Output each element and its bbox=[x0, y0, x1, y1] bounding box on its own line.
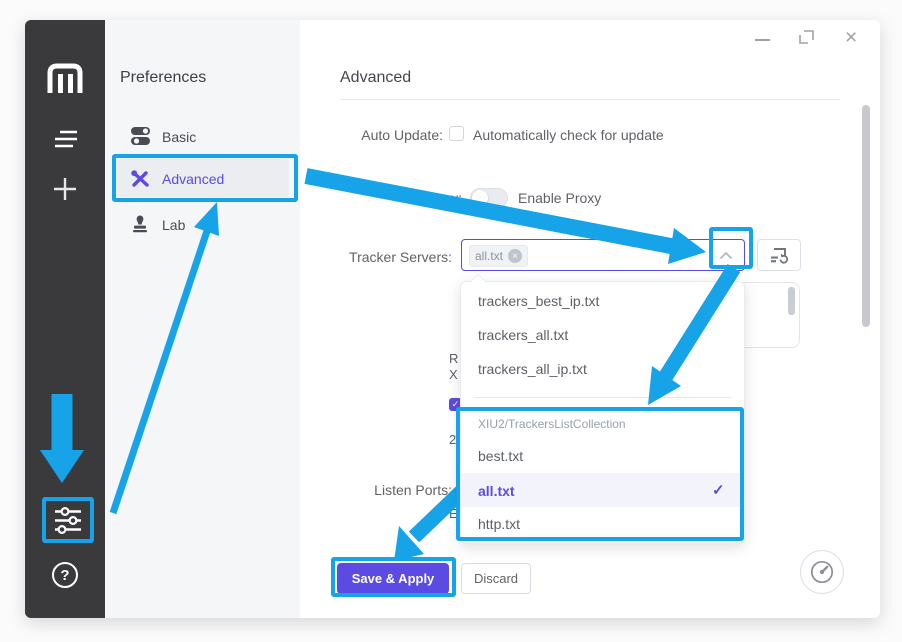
proxy-toggle-label: Enable Proxy bbox=[518, 191, 601, 205]
dropdown-group-label: XIU2/TrackersListCollection bbox=[478, 417, 626, 431]
title-divider bbox=[340, 99, 840, 100]
preferences-panel bbox=[105, 20, 300, 618]
discard-button[interactable]: Discard bbox=[461, 563, 531, 594]
auto-update-checkbox-label[interactable]: Automatically check for update bbox=[473, 128, 664, 142]
save-apply-label: Save & Apply bbox=[352, 571, 435, 586]
tag-remove-icon[interactable]: × bbox=[508, 249, 522, 263]
dropdown-item-trackers-best-ip[interactable]: trackers_best_ip.txt bbox=[478, 293, 599, 309]
lab-stamp-icon bbox=[132, 214, 148, 233]
clipped-text-1: R bbox=[449, 352, 458, 365]
close-icon[interactable]: × bbox=[845, 26, 857, 50]
dropdown-item-trackers-all[interactable]: trackers_all.txt bbox=[478, 327, 568, 343]
sidebar-item-basic[interactable]: Basic bbox=[162, 129, 196, 145]
clipped-text-3: 2 bbox=[449, 433, 456, 446]
chevron-up-icon[interactable] bbox=[719, 251, 733, 260]
page-title: Advanced bbox=[340, 69, 411, 87]
screenshot-canvas: ? Preferences Basic Advanced Lab bbox=[0, 0, 902, 642]
maximize-icon[interactable] bbox=[798, 29, 815, 46]
check-glyph-small: ✓ bbox=[452, 399, 460, 410]
basic-toggles-icon bbox=[130, 126, 152, 146]
sidebar-item-lab[interactable]: Lab bbox=[162, 217, 185, 233]
tracker-tag-label: all.txt bbox=[475, 249, 503, 263]
preferences-sliders-icon[interactable] bbox=[52, 507, 84, 534]
help-glyph: ? bbox=[60, 567, 69, 584]
minimize-icon[interactable] bbox=[755, 39, 770, 41]
tracker-servers-label: Tracker Servers: bbox=[300, 249, 452, 265]
speed-limit-button[interactable] bbox=[800, 550, 844, 594]
auto-update-label: Auto Update: bbox=[300, 127, 443, 143]
textarea-scrollbar[interactable] bbox=[788, 287, 795, 315]
sync-icon bbox=[769, 247, 789, 264]
help-icon[interactable]: ? bbox=[52, 562, 78, 588]
clipped-text-4: E bbox=[449, 507, 458, 520]
add-task-icon[interactable] bbox=[51, 175, 79, 203]
task-list-icon[interactable] bbox=[52, 128, 80, 150]
discard-label: Discard bbox=[474, 571, 518, 586]
listen-ports-label: Listen Ports: bbox=[300, 482, 452, 498]
tracker-servers-select[interactable]: all.txt × bbox=[461, 239, 745, 271]
proxy-label: Proxy: bbox=[300, 190, 462, 206]
sidebar-item-advanced[interactable]: Advanced bbox=[162, 171, 224, 187]
dropdown-item-trackers-all-ip[interactable]: trackers_all_ip.txt bbox=[478, 361, 587, 377]
dropdown-divider bbox=[475, 397, 731, 398]
dropdown-item-all-txt[interactable]: all.txt bbox=[478, 483, 515, 499]
check-icon: ✓ bbox=[712, 481, 725, 499]
advanced-tools-icon bbox=[130, 169, 150, 188]
auto-update-checkbox[interactable] bbox=[449, 126, 464, 141]
motrix-logo-icon bbox=[45, 60, 85, 96]
save-apply-button[interactable]: Save & Apply bbox=[337, 563, 449, 594]
tracker-tag: all.txt × bbox=[469, 245, 528, 267]
proxy-toggle[interactable] bbox=[470, 188, 508, 208]
content-scrollbar[interactable] bbox=[862, 105, 870, 327]
dropdown-item-best-txt[interactable]: best.txt bbox=[478, 448, 523, 464]
preferences-title: Preferences bbox=[120, 69, 206, 87]
clipped-text-2: X bbox=[449, 368, 458, 381]
proxy-toggle-knob bbox=[472, 190, 488, 206]
dropdown-item-http-txt[interactable]: http.txt bbox=[478, 516, 520, 532]
gauge-icon bbox=[809, 559, 835, 585]
sync-trackers-button[interactable] bbox=[757, 239, 801, 271]
